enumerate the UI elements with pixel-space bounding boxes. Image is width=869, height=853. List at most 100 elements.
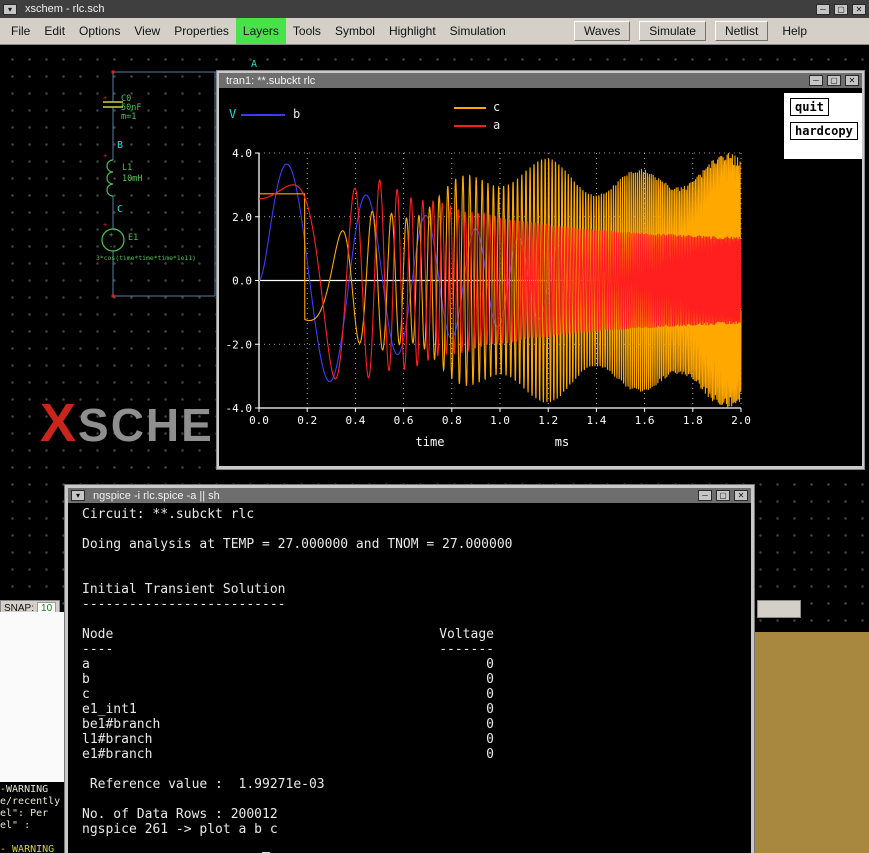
terminal-line: Initial Transient Solution (82, 582, 751, 597)
svg-text:0.2: 0.2 (297, 414, 317, 427)
terminal-line: No. of Data Rows : 200012 (82, 807, 751, 822)
menu-properties[interactable]: Properties (167, 18, 236, 44)
legend-line-b (241, 114, 285, 116)
terminal-line: a0 (82, 657, 751, 672)
menu-symbol[interactable]: Symbol (328, 18, 382, 44)
close-icon[interactable]: ✕ (734, 490, 748, 501)
window-menu-icon[interactable]: ▾ (71, 490, 85, 501)
xschem-menubar: FileEditOptionsViewPropertiesLayersTools… (0, 18, 869, 45)
close-icon[interactable]: ✕ (845, 75, 859, 86)
menu-simulation[interactable]: Simulation (443, 18, 513, 44)
src-expr-label: 3*cos(time*time*time*1e11) (96, 254, 196, 262)
terminal-line: Circuit: **.subckt rlc (82, 507, 751, 522)
legend-label-a: a (493, 118, 500, 132)
terminal-line: e1#branch0 (82, 747, 751, 762)
svg-text:-4.0: -4.0 (226, 402, 253, 415)
y-axis-unit: V (229, 107, 236, 121)
ngspice-terminal[interactable]: Circuit: **.subckt rlc Doing analysis at … (68, 503, 751, 853)
menu-layers[interactable]: Layers (236, 18, 286, 44)
minimize-icon[interactable]: ─ (816, 4, 830, 15)
src-name-label: E1 (128, 233, 138, 243)
terminal-line: c0 (82, 687, 751, 702)
svg-text:1.6: 1.6 (635, 414, 655, 427)
terminal-line: el" : (0, 820, 65, 832)
svg-text:1.2: 1.2 (538, 414, 558, 427)
terminal-line: ngspice 261 -> plot a b c (82, 822, 751, 837)
legend-label-b: b (293, 107, 300, 121)
desktop: ▾ xschem - rlc.sch ─ ▢ ✕ FileEditOptions… (0, 0, 869, 853)
svg-text:2.0: 2.0 (731, 414, 751, 427)
xschem-titlebar[interactable]: ▾ xschem - rlc.sch ─ ▢ ✕ (0, 0, 869, 18)
terminal-line (82, 522, 751, 537)
svg-text:ms: ms (555, 435, 569, 449)
terminal-line: b0 (82, 672, 751, 687)
window-menu-icon[interactable]: ▾ (3, 4, 17, 15)
node-label-b: B (117, 140, 123, 151)
menu-view[interactable]: View (127, 18, 167, 44)
terminal-line: e1_int10 (82, 702, 751, 717)
terminal-line: e/recently (0, 796, 65, 808)
legend-label-c: c (493, 100, 500, 114)
netlist-button[interactable]: Netlist (715, 21, 768, 41)
src-minus-label: - (109, 243, 113, 251)
menu-help[interactable]: Help (782, 24, 807, 38)
svg-text:4.0: 4.0 (232, 147, 252, 160)
terminal-line: el": Per (0, 808, 65, 820)
svg-text:0.4: 0.4 (345, 414, 365, 427)
terminal-line: ----------- (82, 642, 751, 657)
ngspice-titlebar[interactable]: ▾ ngspice -i rlc.spice -a || sh ─ ▢ ✕ (68, 488, 751, 503)
maximize-icon[interactable]: ▢ (716, 490, 730, 501)
maximize-icon[interactable]: ▢ (827, 75, 841, 86)
terminal-line: -------------------------- (82, 597, 751, 612)
simulate-button[interactable]: Simulate (639, 21, 706, 41)
svg-text:1.8: 1.8 (683, 414, 703, 427)
menu-tools[interactable]: Tools (286, 18, 328, 44)
xschem-title: xschem - rlc.sch (25, 3, 104, 15)
ind-name-label: L1 (122, 163, 132, 173)
status-box (757, 600, 801, 618)
svg-text:+: + (103, 152, 107, 160)
terminal-line: - WARNING (0, 844, 65, 853)
svg-text:time: time (416, 435, 445, 449)
terminal-line: be1#branch0 (82, 717, 751, 732)
ngspice-window: ▾ ngspice -i rlc.spice -a || sh ─ ▢ ✕ Ci… (64, 484, 755, 853)
quit-button[interactable]: quit (790, 98, 829, 116)
svg-text:2.0: 2.0 (232, 211, 252, 224)
menu-edit[interactable]: Edit (37, 18, 72, 44)
svg-text:+: + (103, 94, 107, 102)
terminal-line (82, 612, 751, 627)
svg-text:0.0: 0.0 (232, 275, 252, 288)
menu-file[interactable]: File (4, 18, 37, 44)
svg-text:-2.0: -2.0 (226, 338, 253, 351)
terminal-line (82, 552, 751, 567)
menu-options[interactable]: Options (72, 18, 127, 44)
hardcopy-button[interactable]: hardcopy (790, 122, 858, 140)
close-icon[interactable]: ✕ (852, 4, 866, 15)
corner-terminal[interactable]: -WARNINGe/recentlyel": Perel" : - WARNING (0, 782, 65, 853)
terminal-line: -WARNING (0, 784, 65, 796)
terminal-line: Doing analysis at TEMP = 27.000000 and T… (82, 537, 751, 552)
background-window (0, 612, 65, 782)
terminal-line: NodeVoltage (82, 627, 751, 642)
capacitor-symbol[interactable] (103, 102, 123, 107)
minimize-icon[interactable]: ─ (698, 490, 712, 501)
inductor-symbol[interactable] (107, 160, 113, 196)
terminal-line (0, 832, 65, 844)
legend-line-c (454, 107, 486, 109)
terminal-line: l1#branch0 (82, 732, 751, 747)
src-plus-label: + (109, 231, 113, 239)
menu-items: FileEditOptionsViewPropertiesLayersTools… (0, 18, 513, 44)
plot-area: 0.00.20.40.60.81.01.21.41.61.82.04.02.00… (219, 88, 862, 466)
tran-titlebar[interactable]: tran1: **.subckt rlc ─ ▢ ✕ (219, 73, 862, 88)
maximize-icon[interactable]: ▢ (834, 4, 848, 15)
ind-value-label: 10mH (122, 174, 142, 184)
tran-title: tran1: **.subckt rlc (226, 75, 315, 87)
cap-m-label: m=1 (121, 112, 136, 122)
minimize-icon[interactable]: ─ (809, 75, 823, 86)
terminal-line (82, 792, 751, 807)
menu-highlight[interactable]: Highlight (382, 18, 443, 44)
prompt-line: ngspice 262 -> (82, 837, 751, 852)
waves-button[interactable]: Waves (574, 21, 630, 41)
terminal-line: Reference value : 1.99271e-03 (82, 777, 751, 792)
component-labels: C0 50nF m=1 L1 10mH E1 + - 3*cos(time*ti… (96, 94, 196, 262)
